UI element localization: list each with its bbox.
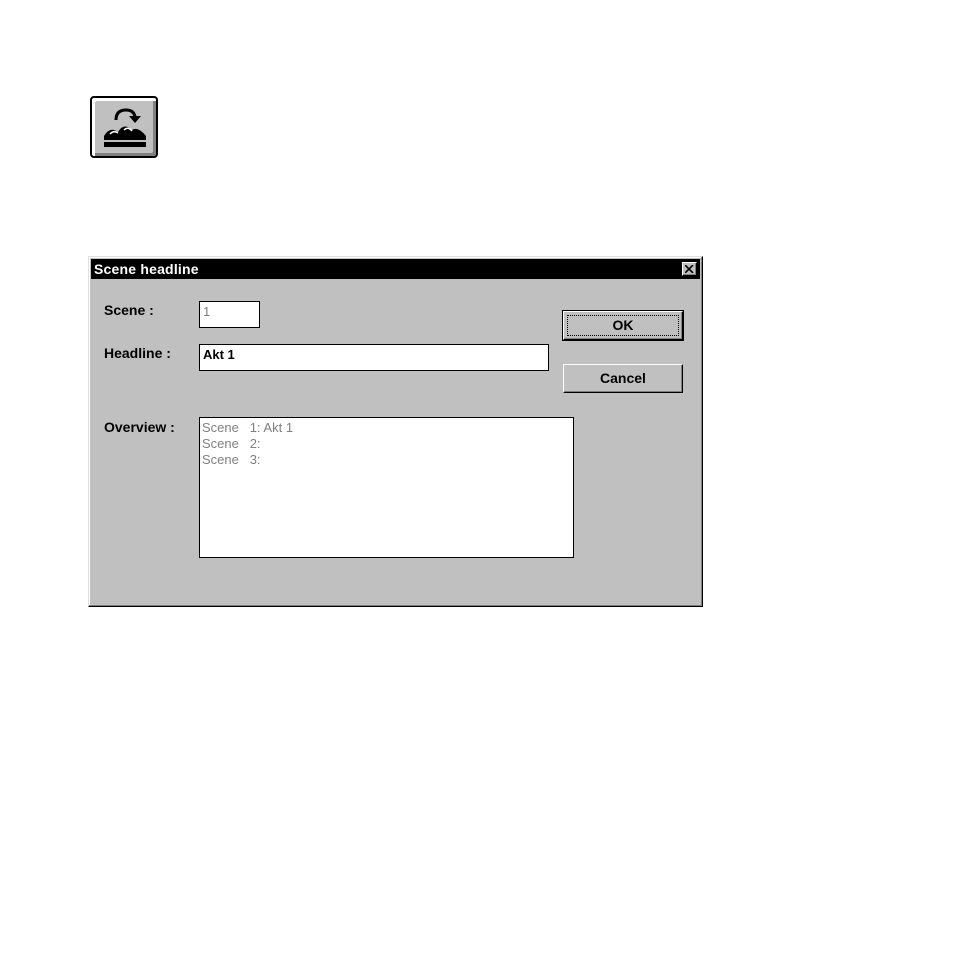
ok-button[interactable]: OK (562, 310, 684, 341)
headline-label: Headline : (104, 345, 171, 361)
headline-input[interactable]: Akt 1 (199, 344, 549, 371)
scene-number-field[interactable]: 1 (199, 301, 260, 328)
list-item[interactable]: Scene 1: Akt 1 (202, 420, 571, 436)
list-item[interactable]: Scene 2: (202, 436, 571, 452)
cancel-button[interactable]: Cancel (563, 364, 683, 393)
cancel-button-label: Cancel (600, 370, 646, 386)
dialog-title: Scene headline (94, 261, 199, 277)
list-item[interactable]: Scene 3: (202, 452, 571, 468)
overview-list[interactable]: Scene 1: Akt 1 Scene 2: Scene 3: (199, 417, 574, 558)
close-icon (685, 265, 694, 273)
dialog-titlebar[interactable]: Scene headline (91, 259, 700, 279)
close-button[interactable] (682, 262, 697, 276)
focus-rect (567, 315, 679, 336)
scene-headline-dialog: Scene headline Scene : 1 Headline : Akt … (88, 256, 703, 607)
scene-headline-tool-button[interactable] (90, 96, 158, 158)
scene-label: Scene : (104, 302, 154, 318)
scene-headline-icon (104, 108, 146, 147)
overview-label: Overview : (104, 419, 175, 435)
